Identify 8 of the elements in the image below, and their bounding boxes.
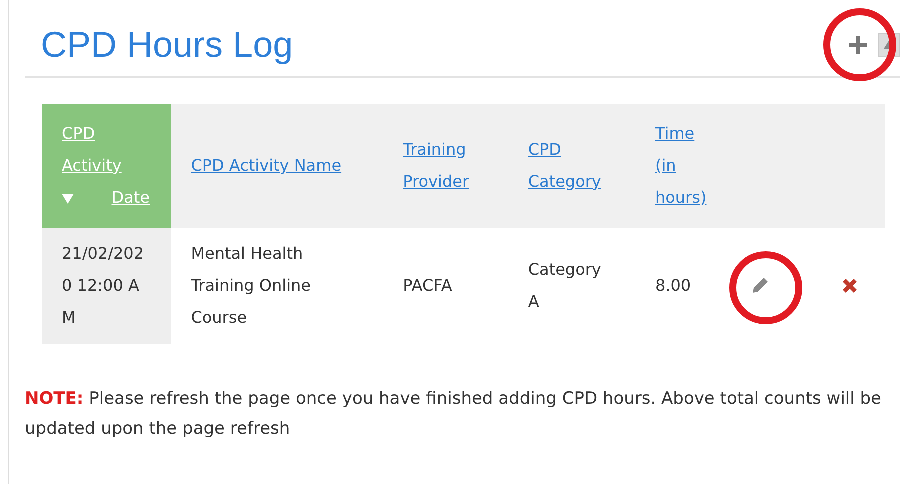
table-cell-text: Mental Health Training Online Course <box>191 243 312 329</box>
note-text: NOTE: Please refresh the page once you have finished adding CPD hours. Above total counts will be updated upon the page refresh <box>25 388 883 441</box>
table-cell-text: Category A <box>528 259 602 313</box>
panel-title: CPD Hours Log <box>41 24 294 66</box>
table-cell-text: PACFA <box>403 275 454 297</box>
sort-arrow-icon <box>62 194 74 204</box>
table-cell-text: 8.00 <box>655 275 692 297</box>
table-cell-text: 21/02/2020 12:00 AM <box>62 243 146 329</box>
